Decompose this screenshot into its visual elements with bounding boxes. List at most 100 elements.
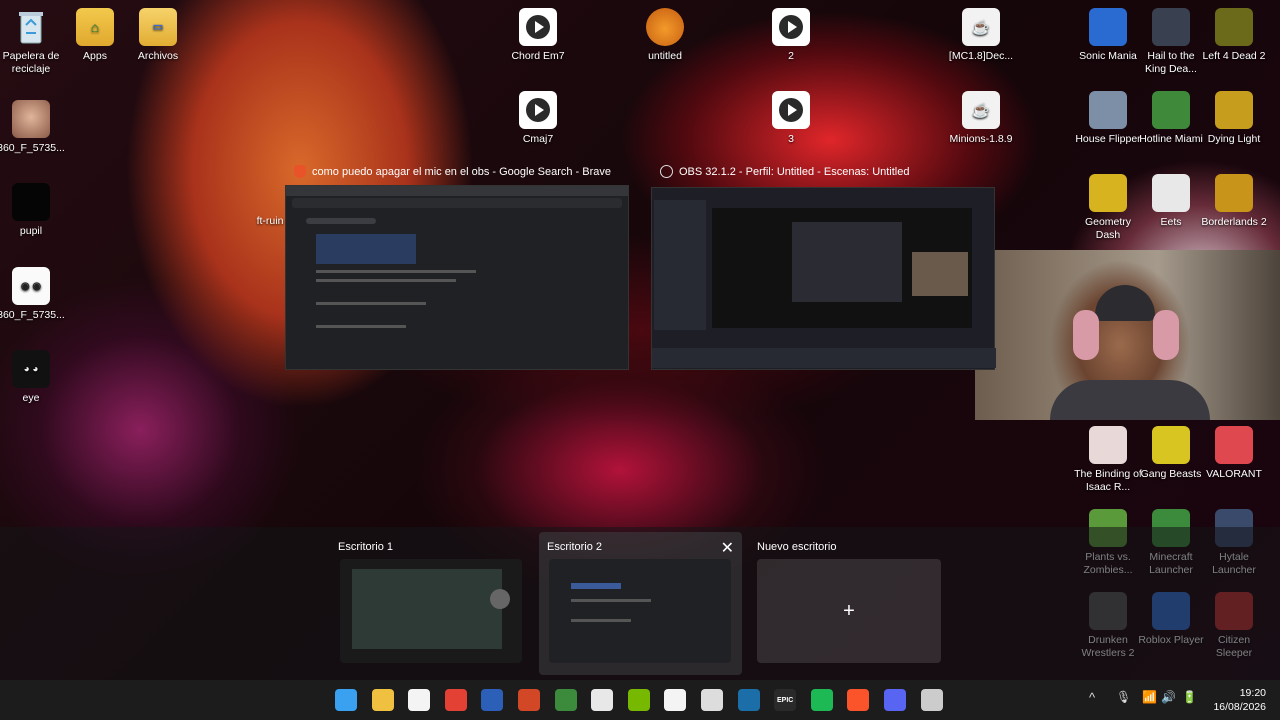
preview-line [571, 619, 631, 622]
desktop-icon-label: untitled [648, 50, 682, 62]
desktop-icon-pupil[interactable]: pupil [0, 183, 66, 238]
desktop-icon-label: Geometry Dash [1084, 216, 1132, 241]
desktop-icon-2[interactable]: 2 [756, 8, 826, 63]
powerpoint-icon[interactable] [518, 689, 540, 711]
desktop-icon-label: Minions-1.8.9 [949, 133, 1013, 145]
desktop-icon-chord-em7[interactable]: Chord Em7 [503, 8, 573, 63]
game-icon [1089, 8, 1127, 46]
java-icon: ☕ [962, 91, 1000, 129]
desktop-icon-apps[interactable]: ⌂ Apps [60, 8, 130, 63]
microphone-icon[interactable]: 🎙 [1116, 690, 1131, 704]
preview-icon [490, 589, 510, 609]
desktop-icon-label: Sonic Mania [1079, 50, 1137, 62]
desktop-icon-eye[interactable]: ◕ ◕ eye [0, 350, 66, 405]
image-icon: ◉ ◉ [12, 267, 50, 305]
obs-icon [660, 165, 673, 178]
desktop-icon-game[interactable]: Eets [1136, 174, 1206, 229]
steam-icon[interactable] [737, 689, 760, 711]
desktop-icon-label: Archivos [137, 50, 179, 62]
desktop-icon-cmaj7[interactable]: Cmaj7 [503, 91, 573, 146]
tray-overflow-icon[interactable]: ^ [1089, 690, 1095, 705]
new-desktop-button[interactable]: + [757, 559, 941, 663]
text-line [316, 302, 426, 305]
desktop-icon-game[interactable]: VALORANT [1199, 426, 1269, 481]
desktop-icon-label: The Binding of Isaac R... [1074, 468, 1142, 493]
clock[interactable]: 19:20 16/08/2026 [1206, 686, 1266, 714]
desktop-icon-label: eye [22, 392, 40, 404]
window-preview-brave[interactable] [285, 185, 629, 370]
desktop-icon-minions[interactable]: ☕ Minions-1.8.9 [946, 91, 1016, 146]
desktop-icon-label: [MC1.8]Dec... [948, 50, 1014, 62]
capcut-icon[interactable] [664, 689, 687, 711]
folder-icon: ▭ [139, 8, 177, 46]
window-title-obs[interactable]: OBS 32.1.2 - Perfil: Untitled - Escenas:… [660, 165, 910, 178]
desktop-icon-label: Apps [83, 50, 107, 62]
clock-date: 16/08/2026 [1213, 701, 1266, 713]
search-result-highlight [316, 234, 416, 264]
start-icon[interactable] [335, 689, 357, 711]
headphone-right [1153, 310, 1179, 360]
fl-studio-icon [646, 8, 684, 46]
app-icon[interactable] [701, 689, 723, 711]
desktop-icon-game[interactable]: Dying Light [1199, 91, 1269, 146]
brave-icon[interactable] [847, 689, 870, 711]
desktop-icon-recycle-bin[interactable]: Papelera de reciclaje [0, 8, 66, 76]
minecraft-icon[interactable] [554, 689, 577, 711]
audio-file-icon [772, 91, 810, 129]
notes-icon[interactable] [408, 689, 431, 711]
spotify-icon[interactable] [810, 689, 833, 711]
desktop-icon-label: Dying Light [1207, 133, 1261, 145]
desktop-icon-label: pupil [19, 225, 43, 237]
battery-icon[interactable]: 🔋 [1182, 690, 1197, 704]
desktop-icon-game[interactable]: The Binding of Isaac R... [1073, 426, 1143, 494]
virtual-desktop-label: Escritorio 1 [338, 541, 394, 553]
desktop-icon-game[interactable]: Sonic Mania [1073, 8, 1143, 63]
search-box [306, 218, 376, 224]
java-icon: ☕ [962, 8, 1000, 46]
discord-icon[interactable] [884, 689, 906, 711]
file-explorer-icon[interactable] [371, 689, 394, 711]
image-icon [12, 100, 50, 138]
wifi-icon[interactable]: 📶 [1142, 690, 1157, 704]
preview-window [352, 569, 502, 649]
nvidia-icon[interactable] [627, 689, 650, 711]
game-icon [1215, 91, 1253, 129]
obs-controls [652, 348, 996, 368]
desktop-icon-archivos[interactable]: ▭ Archivos [123, 8, 193, 63]
epic-games-icon[interactable]: EPIC [774, 689, 797, 711]
window-preview-obs[interactable] [651, 187, 996, 370]
clock-time: 19:20 [1239, 687, 1266, 699]
desktop-icon-label: Hail to the King Dea... [1145, 50, 1197, 75]
chrome-icon[interactable] [444, 689, 467, 711]
window-title-brave[interactable]: como puedo apagar el mic en el obs - Goo… [294, 165, 611, 178]
desktop-icon-label: ft-ruin [256, 215, 284, 227]
volume-icon[interactable]: 🔊 [1161, 690, 1176, 704]
desktop-icon-label: House Flipper [1075, 133, 1141, 145]
desktop-icon-3[interactable]: 3 [756, 91, 826, 146]
desktop-icon-game[interactable]: Geometry Dash [1073, 174, 1143, 242]
word-icon[interactable] [481, 689, 504, 711]
desktop-icon-game[interactable]: Hail to the King Dea... [1136, 8, 1206, 76]
desktop-icon-game[interactable]: Gang Beasts [1136, 426, 1206, 481]
desktop-icon-game[interactable]: House Flipper [1073, 91, 1143, 146]
desktop-icon-game[interactable]: Left 4 Dead 2 [1199, 8, 1269, 63]
game-icon [1089, 174, 1127, 212]
desktop-icon-untitled[interactable]: untitled [630, 8, 700, 63]
desktop-icon-label: Eets [1160, 216, 1182, 228]
desktop-icon-image-1[interactable]: 360_F_5735... [0, 100, 66, 155]
desktop-icon-game[interactable]: Borderlands 2 [1199, 174, 1269, 229]
image-icon: ◕ ◕ [12, 350, 50, 388]
browser-address-bar [292, 198, 622, 208]
desktop-icon-game[interactable]: Hotline Miami [1136, 91, 1206, 146]
obs-icon[interactable] [920, 689, 943, 711]
recycle-bin-icon [12, 8, 50, 46]
notepad-icon[interactable] [591, 689, 614, 711]
desktop-icon-label: 2 [788, 50, 794, 62]
game-icon [1152, 8, 1190, 46]
desktop-icon-mc18[interactable]: ☕ [MC1.8]Dec... [946, 8, 1016, 63]
game-icon [1215, 8, 1253, 46]
virtual-desktop-2[interactable]: Escritorio 2 ✕ [539, 532, 742, 675]
close-icon[interactable]: ✕ [721, 538, 734, 558]
desktop-icon-image-2[interactable]: ◉ ◉ 360_F_5735... [0, 267, 66, 322]
virtual-desktop-label: Escritorio 2 [547, 541, 603, 553]
